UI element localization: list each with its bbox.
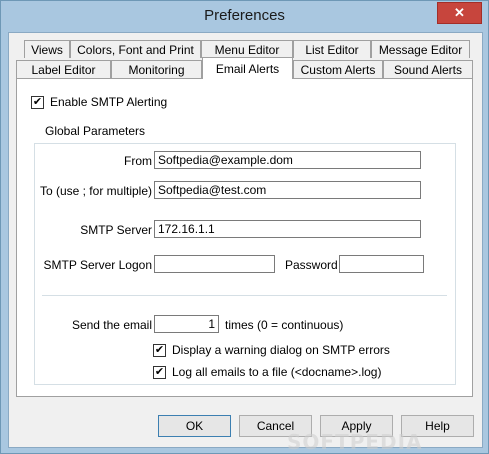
tab-label: Views — [31, 43, 63, 57]
ok-button[interactable]: OK — [158, 415, 231, 437]
log-file-label: Log all emails to a file (<docname>.log) — [172, 365, 382, 379]
password-label: Password — [285, 258, 338, 272]
log-file-checkbox[interactable]: ✔ — [153, 366, 166, 379]
send-count-field[interactable]: 1 — [154, 315, 219, 333]
dialog-client-area: Views Colors, Font and Print Menu Editor… — [8, 32, 483, 454]
tab-views[interactable]: Views — [24, 40, 70, 58]
warn-dialog-label: Display a warning dialog on SMTP errors — [172, 343, 390, 357]
tab-label: Monitoring — [128, 63, 185, 77]
enable-smtp-label: Enable SMTP Alerting — [50, 95, 168, 109]
send-email-label: Send the email — [71, 318, 152, 332]
smtp-logon-label: SMTP Server Logon — [43, 258, 153, 272]
to-field[interactable]: Softpedia@test.com — [154, 181, 421, 199]
tab-label: List Editor — [305, 43, 359, 57]
smtp-logon-field[interactable] — [154, 255, 275, 273]
tab-message-editor[interactable]: Message Editor — [371, 40, 470, 58]
tab-label: Colors, Font and Print — [77, 43, 194, 57]
tab-label: Label Editor — [31, 63, 96, 77]
preferences-window: Preferences ✕ Views Colors, Font and Pri… — [0, 0, 489, 454]
softpedia-watermark: SOFTPEDIA — [287, 430, 423, 454]
tab-label: Custom Alerts — [300, 63, 376, 77]
tab-colors-font-print[interactable]: Colors, Font and Print — [70, 40, 201, 58]
tab-monitoring[interactable]: Monitoring — [111, 60, 202, 78]
title-bar[interactable]: Preferences ✕ — [1, 1, 488, 32]
smtp-server-label: SMTP Server — [80, 223, 152, 237]
group-title: Global Parameters — [43, 124, 148, 138]
close-icon: ✕ — [454, 5, 465, 20]
email-alerts-page: SOFTPEDIA ✔ Enable SMTP Alerting Global … — [16, 78, 473, 454]
to-label: To (use ; for multiple) — [39, 184, 152, 198]
group-separator — [42, 295, 447, 296]
send-times-label: times (0 = continuous) — [225, 318, 344, 332]
tab-email-alerts[interactable]: Email Alerts — [202, 57, 293, 79]
tab-menu-editor[interactable]: Menu Editor — [201, 40, 293, 58]
warn-dialog-checkbox[interactable]: ✔ — [153, 344, 166, 357]
password-field[interactable] — [339, 255, 424, 273]
from-label: From — [124, 154, 152, 168]
enable-smtp-checkbox[interactable]: ✔ — [31, 96, 44, 109]
tab-list-editor[interactable]: List Editor — [293, 40, 371, 58]
tab-label: Sound Alerts — [393, 63, 463, 77]
close-button[interactable]: ✕ — [437, 2, 482, 24]
window-title: Preferences — [204, 7, 285, 24]
tab-label: Email Alerts — [215, 62, 280, 76]
tab-label: Menu Editor — [214, 43, 280, 57]
tab-label: Message Editor — [378, 43, 463, 57]
smtp-server-field[interactable]: 172.16.1.1 — [154, 220, 421, 238]
tab-label-editor[interactable]: Label Editor — [16, 60, 111, 78]
from-field[interactable]: Softpedia@example.dom — [154, 151, 421, 169]
tab-sound-alerts[interactable]: Sound Alerts — [383, 60, 473, 78]
tab-custom-alerts[interactable]: Custom Alerts — [293, 60, 383, 78]
